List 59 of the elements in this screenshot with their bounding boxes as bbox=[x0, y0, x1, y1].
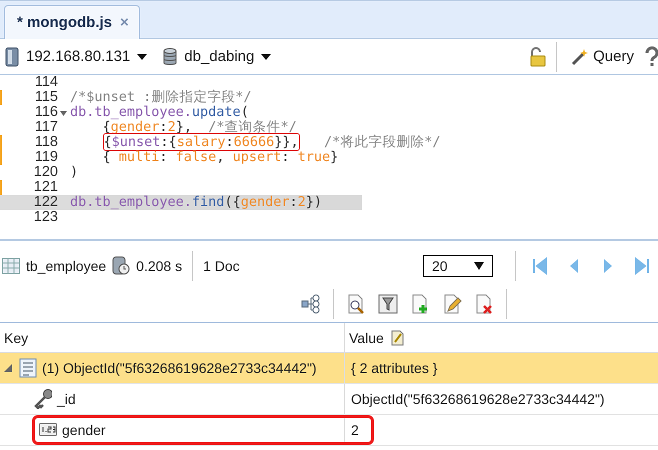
table-row[interactable]: _id ObjectId("5f63268619628e2733c34442") bbox=[0, 384, 658, 415]
table-row[interactable]: gender 2 bbox=[0, 415, 658, 446]
collection-name: tb_employee bbox=[26, 258, 106, 274]
padlock-icon[interactable] bbox=[528, 46, 546, 66]
code-line: { multi: false, upsert: true} bbox=[102, 149, 338, 165]
fold-arrow-icon[interactable] bbox=[60, 111, 66, 116]
line-number: 117 bbox=[34, 120, 58, 135]
query-button[interactable]: Query bbox=[567, 46, 638, 68]
line-number: 123 bbox=[34, 210, 58, 225]
field-key: (1) ObjectId("5f63268619628e2733c34442") bbox=[42, 360, 317, 376]
line-number: 121 bbox=[34, 180, 58, 195]
caret-icon[interactable] bbox=[136, 52, 148, 62]
collapse-arrow-icon[interactable] bbox=[4, 364, 12, 372]
field-key: gender bbox=[62, 422, 106, 438]
code-line: db.tb_employee.update( bbox=[70, 104, 249, 120]
field-value: ObjectId("5f63268619628e2733c34442") bbox=[350, 391, 605, 407]
table-row[interactable]: (1) ObjectId("5f63268619628e2733c34442") { 2 attributes } bbox=[0, 353, 658, 384]
field-key: _id bbox=[57, 391, 76, 407]
add-document-icon[interactable] bbox=[410, 294, 430, 314]
line-number: 119 bbox=[34, 150, 58, 165]
magic-wand-icon bbox=[571, 48, 590, 66]
server-icon bbox=[4, 46, 20, 66]
code-line: {$unset:{salary:66666}}, /*将此字段删除*/ bbox=[102, 134, 441, 150]
field-value: { 2 attributes } bbox=[350, 360, 438, 376]
line-number: 120 bbox=[34, 165, 58, 180]
code-line: {gender:2}, /*查询条件*/ bbox=[102, 119, 297, 135]
field-value: 2 bbox=[350, 422, 359, 438]
stopwatch-database-icon bbox=[112, 256, 130, 276]
line-number: 114 bbox=[34, 75, 58, 90]
edit-document-icon[interactable] bbox=[442, 294, 462, 314]
line-number: 116 bbox=[34, 105, 58, 120]
view-document-icon[interactable] bbox=[346, 294, 366, 314]
line-number: 122 bbox=[34, 195, 58, 210]
caret-icon bbox=[474, 262, 484, 270]
code-line: ) bbox=[70, 164, 78, 180]
filter-document-icon[interactable] bbox=[378, 294, 398, 314]
highlight-box: {$unset:{salary:66666}}, bbox=[102, 133, 300, 151]
line-number: 115 bbox=[34, 90, 58, 105]
server-dropdown[interactable]: 192.168.80.131 bbox=[26, 48, 130, 65]
code-line: db.tb_employee.find({gender:2}) bbox=[70, 194, 322, 210]
caret-icon[interactable] bbox=[260, 52, 272, 62]
line-number: 118 bbox=[34, 135, 58, 150]
document-count: 1 Doc bbox=[203, 258, 240, 274]
key-icon bbox=[34, 389, 52, 409]
note-icon bbox=[390, 330, 404, 346]
query-time: 0.208 s bbox=[136, 258, 182, 274]
code-line: /*$unset :删除指定字段*/ bbox=[70, 89, 252, 105]
column-header[interactable]: Key bbox=[0, 323, 345, 352]
database-dropdown[interactable]: db_dabing bbox=[184, 48, 254, 65]
column-header[interactable]: Value bbox=[345, 323, 658, 352]
code-editor[interactable] bbox=[0, 75, 658, 241]
editor-tab[interactable]: * mongodb.js × bbox=[4, 5, 140, 39]
database-icon bbox=[162, 46, 178, 66]
tree-view-icon[interactable] bbox=[301, 294, 321, 314]
document-icon bbox=[19, 358, 37, 378]
table-icon bbox=[2, 258, 20, 274]
delete-document-icon[interactable] bbox=[474, 294, 494, 314]
page-size-dropdown[interactable]: 20 bbox=[423, 255, 493, 277]
help-icon[interactable] bbox=[644, 46, 658, 68]
